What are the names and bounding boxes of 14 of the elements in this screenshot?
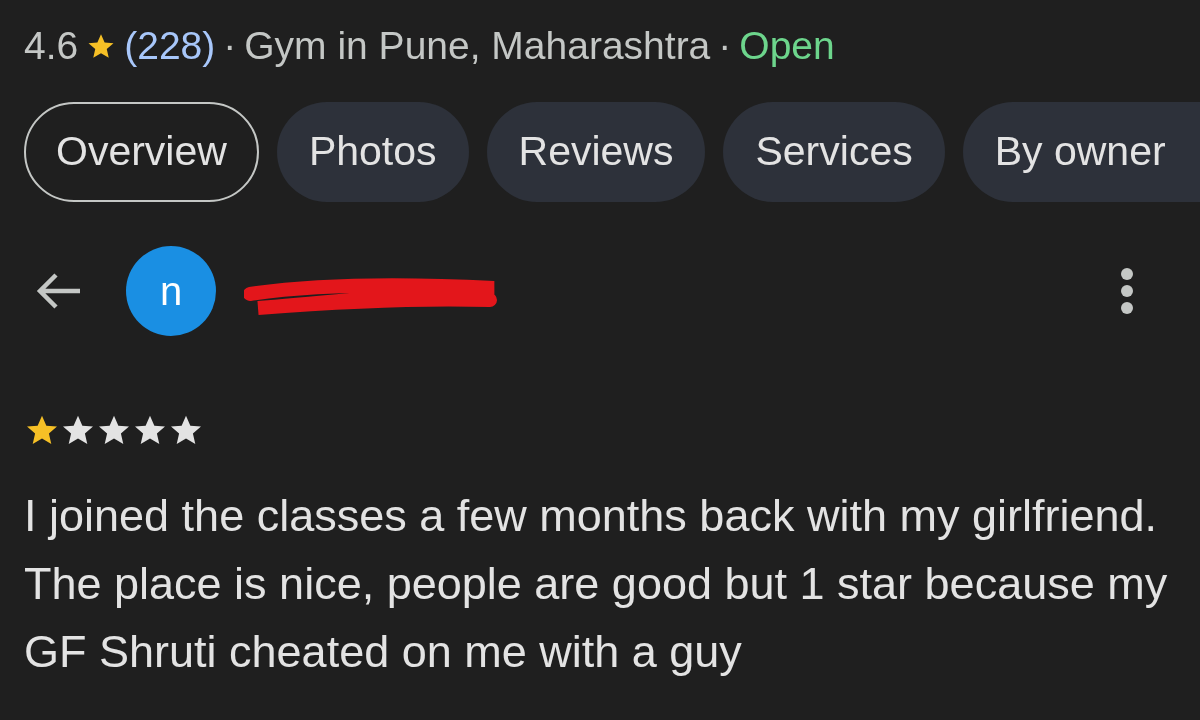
tab[interactable]: Photos [276, 102, 469, 202]
tab[interactable]: Overview [24, 102, 259, 202]
tab[interactable]: Reviews [486, 102, 706, 202]
review-count[interactable]: (228) [124, 24, 216, 68]
open-status: Open [739, 24, 835, 68]
place-category: Gym in Pune, Maharashtra [244, 24, 711, 68]
separator: · [718, 24, 732, 68]
tab[interactable]: Services [723, 102, 945, 202]
separator: · [223, 24, 237, 68]
tab[interactable]: By owner [962, 102, 1200, 202]
more-options-icon[interactable] [1120, 267, 1134, 315]
review-text: I joined the classes a few months back with my girlfriend. The place is nice, people are good but 1 star because my GF Shruti cheated on me with a guy [23, 489, 1169, 679]
rating-value: 4.6 [24, 24, 79, 68]
back-arrow-icon[interactable] [34, 271, 82, 311]
